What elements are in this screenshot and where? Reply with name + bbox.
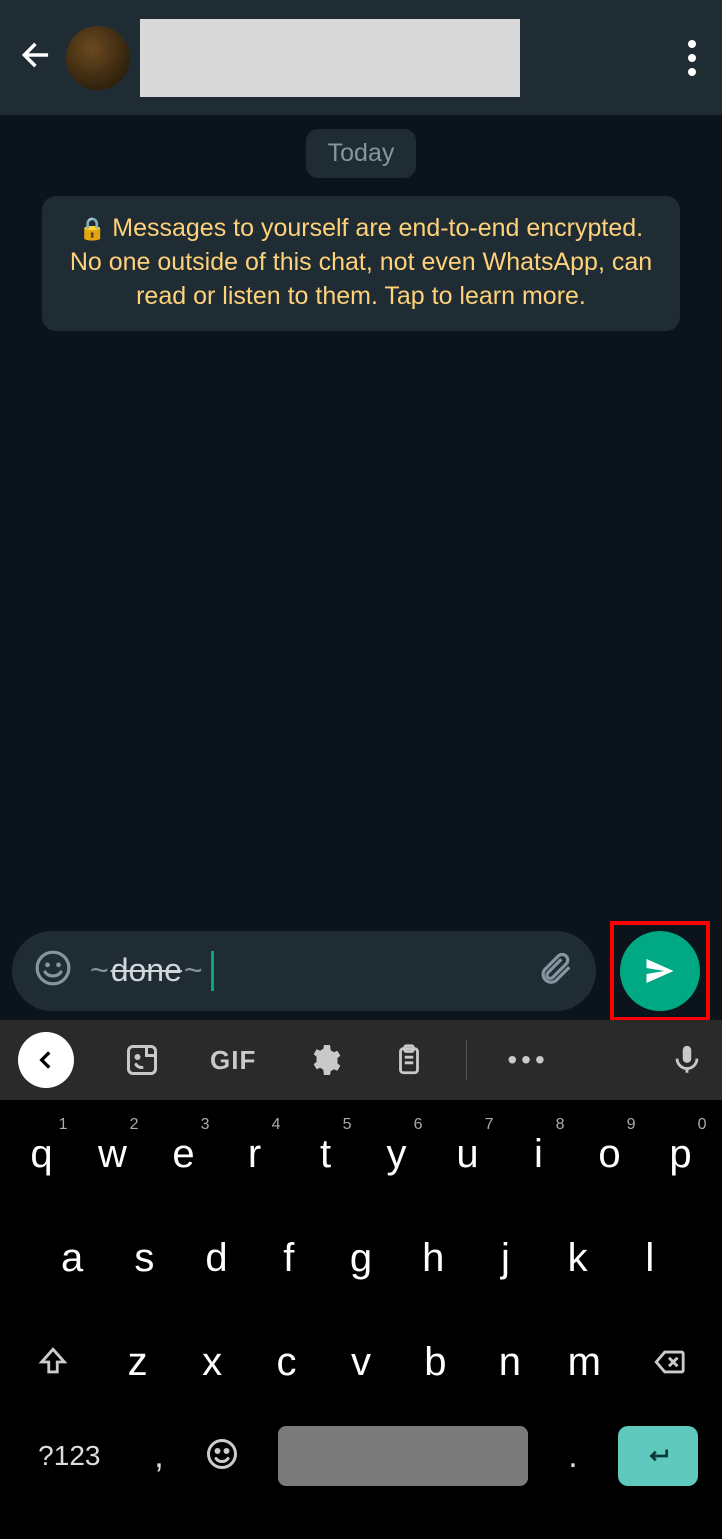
- kb-more-icon[interactable]: •••: [507, 1044, 548, 1076]
- tilde-before: ~: [90, 952, 109, 989]
- key-k[interactable]: k: [548, 1218, 608, 1298]
- attach-icon[interactable]: [536, 949, 574, 992]
- send-button-highlight: [610, 921, 710, 1021]
- send-button[interactable]: [620, 931, 700, 1011]
- keyboard-row-1: q1w2e3r4t5y6u7i8o9p0: [6, 1114, 716, 1194]
- chat-header: [0, 0, 722, 115]
- gif-button[interactable]: GIF: [210, 1045, 256, 1076]
- keyboard-row-4: ?123 , .: [6, 1426, 716, 1486]
- more-options-icon[interactable]: [680, 32, 704, 84]
- spacebar-key[interactable]: [278, 1426, 528, 1486]
- gear-icon[interactable]: [306, 1042, 342, 1078]
- key-n[interactable]: n: [480, 1322, 540, 1402]
- backspace-key[interactable]: [629, 1322, 709, 1402]
- key-a[interactable]: a: [42, 1218, 102, 1298]
- key-d[interactable]: d: [187, 1218, 247, 1298]
- message-text[interactable]: ~done~: [90, 951, 518, 991]
- enter-key[interactable]: [618, 1426, 698, 1486]
- key-p[interactable]: p0: [651, 1114, 711, 1194]
- key-g[interactable]: g: [331, 1218, 391, 1298]
- key-u[interactable]: u7: [438, 1114, 498, 1194]
- clipboard-icon[interactable]: [392, 1043, 426, 1077]
- sticker-icon[interactable]: [124, 1042, 160, 1078]
- key-o[interactable]: o9: [580, 1114, 640, 1194]
- keyboard-toolbar: GIF •••: [0, 1020, 722, 1100]
- key-z[interactable]: z: [108, 1322, 168, 1402]
- key-r[interactable]: r4: [225, 1114, 285, 1194]
- keyboard-row-2: asdfghjkl: [6, 1218, 716, 1298]
- symbols-key[interactable]: ?123: [24, 1440, 114, 1472]
- key-y[interactable]: y6: [367, 1114, 427, 1194]
- key-i[interactable]: i8: [509, 1114, 569, 1194]
- keyboard-row-3: zxcvbnm: [6, 1322, 716, 1402]
- keyboard: q1w2e3r4t5y6u7i8o9p0 asdfghjkl zxcvbnm ?…: [0, 1100, 722, 1539]
- contact-name[interactable]: [140, 19, 520, 97]
- key-s[interactable]: s: [114, 1218, 174, 1298]
- key-l[interactable]: l: [620, 1218, 680, 1298]
- composer-row: ~done~: [0, 921, 722, 1020]
- key-c[interactable]: c: [257, 1322, 317, 1402]
- key-b[interactable]: b: [405, 1322, 465, 1402]
- avatar[interactable]: [66, 26, 130, 90]
- encryption-text: Messages to yourself are end-to-end encr…: [70, 214, 652, 310]
- emoji-key[interactable]: [204, 1436, 254, 1477]
- mic-icon[interactable]: [670, 1043, 704, 1077]
- key-j[interactable]: j: [475, 1218, 535, 1298]
- key-w[interactable]: w2: [83, 1114, 143, 1194]
- message-input[interactable]: ~done~: [12, 931, 596, 1011]
- key-t[interactable]: t5: [296, 1114, 356, 1194]
- text-cursor: [211, 951, 214, 991]
- emoji-icon[interactable]: [34, 949, 72, 992]
- shift-key[interactable]: [13, 1322, 93, 1402]
- key-m[interactable]: m: [554, 1322, 614, 1402]
- encryption-notice[interactable]: 🔒Messages to yourself are end-to-end enc…: [42, 196, 680, 331]
- typed-text: done: [111, 952, 182, 989]
- key-q[interactable]: q1: [12, 1114, 72, 1194]
- chat-area: Today 🔒Messages to yourself are end-to-e…: [0, 115, 722, 1021]
- key-x[interactable]: x: [182, 1322, 242, 1402]
- date-chip: Today: [306, 129, 417, 178]
- tilde-after: ~: [184, 952, 203, 989]
- key-f[interactable]: f: [259, 1218, 319, 1298]
- period-key[interactable]: .: [553, 1437, 593, 1476]
- key-e[interactable]: e3: [154, 1114, 214, 1194]
- lock-icon: 🔒: [79, 216, 106, 241]
- toolbar-separator: [466, 1040, 467, 1080]
- kb-back-button[interactable]: [18, 1032, 74, 1088]
- comma-key[interactable]: ,: [139, 1437, 179, 1476]
- key-h[interactable]: h: [403, 1218, 463, 1298]
- key-v[interactable]: v: [331, 1322, 391, 1402]
- back-icon[interactable]: [18, 36, 56, 79]
